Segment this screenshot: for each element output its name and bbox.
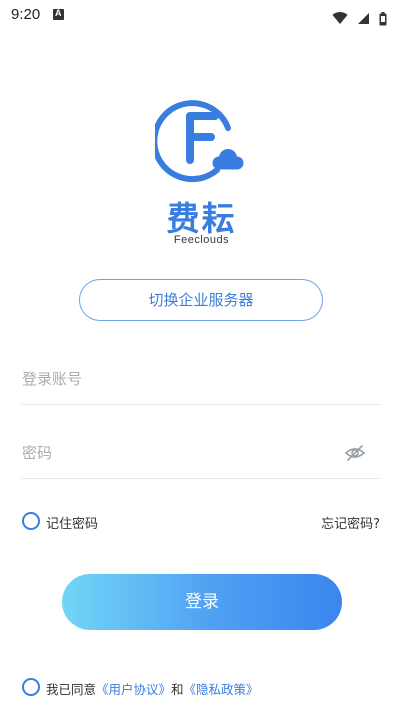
signal-icon: [357, 13, 369, 24]
agreement-text: 我已同意《用户协议》和《隐私政策》: [46, 679, 259, 698]
eye-hidden-icon[interactable]: [344, 443, 366, 463]
notification-a-icon: [53, 8, 64, 20]
battery-icon: [379, 11, 387, 25]
status-time: 9:20: [11, 6, 41, 23]
wifi-icon: [332, 12, 348, 24]
login-button[interactable]: 登录: [62, 574, 342, 630]
privacy-policy-link[interactable]: 《隐私政策》: [184, 682, 259, 697]
remember-password-radio[interactable]: [22, 512, 40, 530]
remember-password-label[interactable]: 记住密码: [46, 513, 98, 532]
switch-server-button[interactable]: 切换企业服务器: [79, 279, 323, 321]
status-bar: 9:20: [0, 0, 403, 30]
agreement-radio[interactable]: [22, 678, 40, 696]
status-icons: [328, 8, 387, 27]
agreement-conjunction: 和: [171, 682, 184, 697]
account-input[interactable]: [22, 364, 322, 394]
feeclouds-logo-icon: [155, 100, 244, 183]
account-field: [22, 356, 380, 405]
password-input[interactable]: [22, 438, 322, 468]
user-agreement-link[interactable]: 《用户协议》: [96, 682, 171, 697]
password-field: [22, 430, 380, 479]
agreement-prefix: 我已同意: [46, 682, 97, 697]
forgot-password-link[interactable]: 忘记密码?: [321, 513, 380, 532]
brand-english-name: Feeclouds: [173, 234, 230, 246]
brand-name: 费耘: [166, 199, 237, 238]
